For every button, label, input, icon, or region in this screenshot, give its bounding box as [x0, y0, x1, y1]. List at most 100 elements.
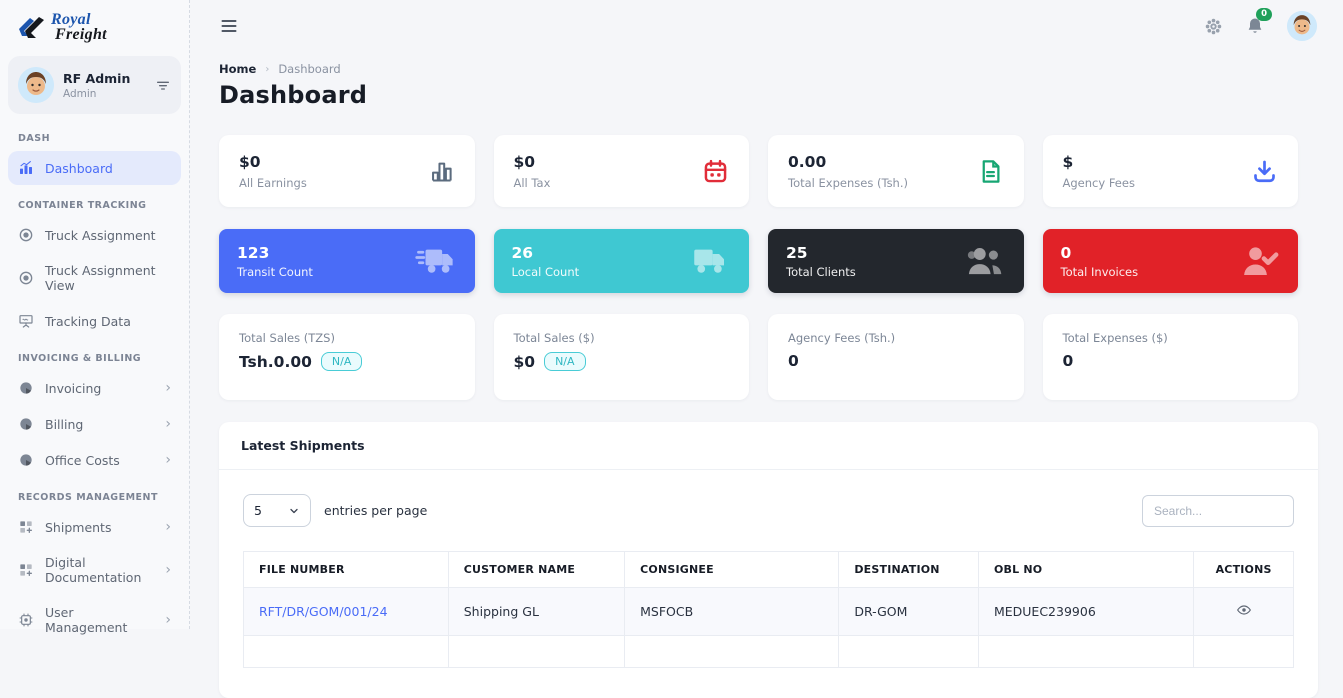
breadcrumb-home-link[interactable]: Home	[219, 62, 256, 76]
entries-per-page-select[interactable]: 5	[243, 494, 311, 527]
stat-card-total-sales: Total Sales ($) $0 N/A	[494, 314, 750, 400]
stat-value: 123	[237, 244, 313, 262]
record-icon	[18, 227, 34, 243]
cell-consignee: MSFOCB	[625, 588, 839, 636]
stat-label: Agency Fees (Tsh.)	[788, 331, 1004, 345]
eye-icon	[1236, 602, 1252, 618]
breadcrumb-separator-icon: ›	[265, 64, 269, 75]
stat-card-total-expenses-tsh: 0.00Total Expenses (Tsh.)	[768, 135, 1024, 207]
stat-label: Agency Fees	[1063, 176, 1135, 190]
chevron-down-icon	[288, 505, 300, 517]
hamburger-menu-icon[interactable]	[219, 16, 239, 36]
profile-name: RF Admin	[63, 71, 130, 86]
profile-role: Admin	[63, 88, 130, 100]
sidebar-item-dashboard[interactable]: Dashboard	[8, 151, 181, 185]
na-badge: N/A	[321, 352, 362, 371]
presentation-icon	[18, 313, 34, 329]
sidebar-item-shipments[interactable]: Shipments›	[8, 510, 181, 544]
stat-label: Transit Count	[237, 265, 313, 279]
sidebar-item-label: Dashboard	[45, 161, 113, 176]
sidebar-item-digital-documentation[interactable]: Digital Documentation›	[8, 546, 181, 594]
sidebar-item-truck-assignment-view[interactable]: Truck Assignment View	[8, 254, 181, 302]
sidebar-item-tracking-data[interactable]: Tracking Data	[8, 304, 181, 338]
stat-cards-row2: 123 Transit Count 26 Local Count 25Total Cli…	[219, 229, 1298, 293]
theme-toggle-icon[interactable]	[1204, 17, 1223, 36]
stat-card-total-clients: 25Total Clients	[768, 229, 1024, 293]
topbar: 0	[191, 0, 1343, 52]
truck-icon	[689, 240, 731, 282]
entries-per-page-label: entries per page	[324, 503, 427, 518]
sidebar-item-label: Shipments	[45, 520, 111, 535]
stat-value: 0	[1063, 352, 1074, 370]
stat-value: 25	[786, 244, 856, 262]
stat-label: Total Expenses (Tsh.)	[788, 176, 908, 190]
stat-value: $	[1063, 153, 1135, 171]
sidebar-item-billing[interactable]: Billing›	[8, 407, 181, 441]
stat-label: Total Sales (TZS)	[239, 331, 455, 345]
stat-value: $0	[239, 153, 307, 171]
sidebar-item-truck-assignment[interactable]: Truck Assignment	[8, 218, 181, 252]
latest-shipments-title: Latest Shipments	[219, 422, 1318, 470]
stat-card-agency-fees-tsh: Agency Fees (Tsh.) 0	[768, 314, 1024, 400]
cell-empty	[625, 636, 839, 668]
sidebar-item-label: Truck Assignment	[45, 228, 156, 243]
entries-per-page-value: 5	[254, 503, 262, 518]
stat-card-total-expenses: Total Expenses ($) 0	[1043, 314, 1299, 400]
brand-name: Royal Freight	[51, 12, 107, 42]
stat-value: 26	[512, 244, 580, 262]
section-label-container-tracking: CONTAINER TRACKING	[18, 200, 171, 211]
brand-logo[interactable]: Royal Freight	[0, 0, 189, 48]
sidebar-menu: DASH Dashboard CONTAINER TRACKING Truck Ass…	[0, 116, 189, 644]
chevron-right-icon: ›	[165, 417, 171, 431]
cell-destination: DR-GOM	[839, 588, 979, 636]
cell-empty	[839, 636, 979, 668]
stat-label: All Tax	[514, 176, 551, 190]
pie-icon	[18, 416, 34, 432]
stat-label: Total Sales ($)	[514, 331, 730, 345]
stat-value: $0	[514, 353, 536, 371]
cell-file-number[interactable]: RFT/DR/GOM/001/24	[244, 588, 449, 636]
sidebar-item-office-costs[interactable]: Office Costs›	[8, 443, 181, 477]
stat-card-transit-count: 123 Transit Count	[219, 229, 475, 293]
stat-card-all-tax: $0 All Tax	[494, 135, 750, 207]
bar-chart-icon	[428, 158, 455, 185]
stat-label: Total Expenses ($)	[1063, 331, 1279, 345]
na-badge: N/A	[544, 352, 585, 371]
stat-value: $0	[514, 153, 551, 171]
sidebar: Royal Freight RF Admin Admin DASH Dashboa…	[0, 0, 190, 629]
view-shipment-button[interactable]	[1236, 602, 1252, 618]
grid-plus-icon	[18, 562, 34, 578]
sidebar-item-invoicing[interactable]: Invoicing›	[8, 371, 181, 405]
cell-empty	[244, 636, 449, 668]
profile-card[interactable]: RF Admin Admin	[8, 56, 181, 114]
stat-label: Local Count	[512, 265, 580, 279]
main-area: 0 Home › Dashboard Dashboard $0All Earni…	[191, 0, 1343, 698]
stat-card-agency-fees: $ Agency Fees	[1043, 135, 1299, 207]
stat-card-total-sales-tzs: Total Sales (TZS) Tsh.0.00 N/A	[219, 314, 475, 400]
sidebar-item-label: Digital Documentation	[45, 555, 154, 585]
table-controls: 5 entries per page	[219, 470, 1318, 545]
calendar-icon	[702, 158, 729, 185]
search-input[interactable]	[1142, 495, 1294, 527]
stat-card-all-earnings: $0 All Earnings	[219, 135, 475, 207]
stat-value: Tsh.0.00	[239, 353, 312, 371]
section-label-invoicing-billing: INVOICING & BILLING	[18, 353, 171, 364]
sidebar-filter-icon[interactable]	[155, 77, 171, 93]
shipments-table: FILE NUMBERCUSTOMER NAMECONSIGNEEDESTINA…	[243, 551, 1294, 668]
column-header-destination: DESTINATION	[839, 552, 979, 588]
brand-name-line1: Royal	[51, 12, 107, 27]
latest-shipments-card: Latest Shipments 5 entries per page FILE…	[219, 422, 1318, 698]
cpu-icon	[18, 612, 34, 628]
section-label-dash: DASH	[18, 133, 171, 144]
cell-empty	[448, 636, 624, 668]
cell-actions	[1194, 588, 1294, 636]
stat-value: 0	[788, 352, 799, 370]
brand-logo-icon	[16, 12, 46, 42]
notifications-button[interactable]: 0	[1245, 16, 1265, 36]
avatar	[18, 67, 54, 103]
sidebar-item-label: Truck Assignment View	[45, 263, 171, 293]
truck-fast-icon	[415, 240, 457, 282]
stat-label: All Earnings	[239, 176, 307, 190]
chart-icon	[18, 160, 34, 176]
user-avatar[interactable]	[1287, 11, 1317, 41]
